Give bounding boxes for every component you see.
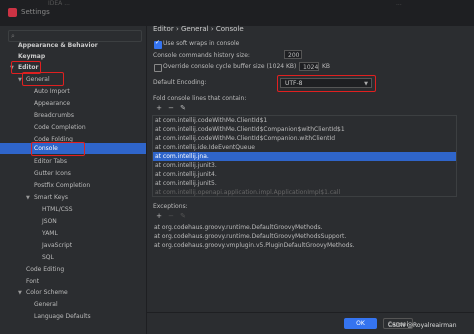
tree-item-color-general[interactable]: General	[34, 300, 58, 310]
list-item[interactable]: at com.intellij.junit3.	[153, 161, 456, 170]
breadcrumb: Editor › General › Console	[153, 25, 244, 33]
tree-item-auto-import[interactable]: Auto Import	[34, 87, 70, 97]
tree-item-code-completion[interactable]: Code Completion	[34, 123, 86, 133]
cycle-buffer-unit: KB	[322, 63, 331, 70]
background-window-text-right: ...	[396, 0, 402, 7]
list-item[interactable]: at com.intellij.codeWithMe.ClientId$Comp…	[153, 134, 456, 143]
exceptions-toolbar: + − ✎	[153, 212, 189, 220]
tree-item-language-defaults[interactable]: Language Defaults	[34, 312, 91, 322]
settings-tree-panel: ⌕ Appearance & Behavior Keymap ▼ Editor ▼…	[0, 26, 147, 334]
fold-lines-list[interactable]: at com.intellij.codeWithMe.ClientId$1 at…	[152, 115, 457, 197]
tree-item-smart-keys[interactable]: ▼ Smart Keys	[26, 193, 68, 203]
tree-item-editor-tabs[interactable]: Editor Tabs	[34, 157, 67, 167]
highlight-encoding	[277, 75, 376, 92]
edit-icon[interactable]: ✎	[177, 104, 189, 112]
list-item[interactable]: at com.intellij.codeWithMe.ClientId$Comp…	[153, 125, 456, 134]
add-icon[interactable]: +	[153, 212, 165, 220]
cycle-buffer-field[interactable]: 1024	[299, 62, 319, 71]
encoding-label: Default Encoding:	[153, 79, 207, 86]
list-item[interactable]: at com.intellij.codeWithMe.ClientId$1	[153, 116, 456, 125]
title-bar: Settings IDEA ... ...	[0, 0, 474, 26]
tree-item-font[interactable]: Font	[26, 277, 39, 287]
window-title: Settings	[21, 8, 50, 16]
tree-item-yaml[interactable]: YAML	[42, 229, 58, 239]
soft-wraps-label: Use soft wraps in console	[163, 40, 240, 47]
search-icon: ⌕	[11, 32, 15, 40]
divider	[147, 312, 474, 313]
app-icon	[8, 8, 17, 17]
tree-item-color-scheme[interactable]: ▼ Color Scheme	[18, 288, 68, 298]
list-item[interactable]: at org.codehaus.groovy.runtime.DefaultGr…	[152, 232, 455, 241]
history-size-field[interactable]: 200	[284, 50, 302, 59]
tree-item-appearance-behavior[interactable]: Appearance & Behavior	[18, 41, 98, 51]
tree-item-breadcrumbs[interactable]: Breadcrumbs	[34, 111, 74, 121]
tree-item-appearance[interactable]: Appearance	[34, 99, 70, 109]
tree-item-json[interactable]: JSON	[42, 217, 57, 227]
exceptions-label: Exceptions:	[153, 203, 188, 210]
list-item[interactable]: at org.codehaus.groovy.vmplugin.v5.Plugi…	[152, 241, 455, 250]
list-item[interactable]: at com.intellij.openapi.application.impl…	[153, 188, 456, 197]
cycle-buffer-checkbox[interactable]	[154, 64, 162, 72]
tree-item-sql[interactable]: SQL	[42, 253, 54, 263]
fold-toolbar: + − ✎	[153, 104, 189, 112]
remove-icon[interactable]: −	[165, 212, 177, 220]
tree-item-gutter-icons[interactable]: Gutter Icons	[34, 169, 71, 179]
background-window-text: IDEA ...	[48, 0, 70, 7]
history-size-label: Console commands history size:	[153, 52, 250, 59]
list-item[interactable]: at com.intellij.ide.IdeEventQueue	[153, 143, 456, 152]
cycle-buffer-label: Override console cycle buffer size (1024…	[163, 63, 297, 70]
remove-icon[interactable]: −	[165, 104, 177, 112]
edit-icon[interactable]: ✎	[177, 212, 189, 220]
soft-wraps-checkbox[interactable]	[154, 39, 162, 49]
fold-section-label: Fold console lines that contain:	[153, 95, 247, 102]
chevron-down-icon[interactable]: ▼	[26, 193, 34, 203]
highlight-console	[31, 142, 85, 156]
tree-item-postfix-completion[interactable]: Postfix Completion	[34, 181, 90, 191]
highlight-general	[22, 72, 64, 86]
ok-button[interactable]: OK	[344, 318, 377, 329]
tree-item-html-css[interactable]: HTML/CSS	[42, 205, 73, 215]
list-item[interactable]: at com.intellij.junit4.	[153, 170, 456, 179]
list-item[interactable]: at com.intellij.junit5.	[153, 179, 456, 188]
exception-lines-list[interactable]: at org.codehaus.groovy.runtime.DefaultGr…	[152, 223, 455, 283]
tree-item-code-editing[interactable]: Code Editing	[26, 265, 64, 275]
list-item[interactable]: at com.intellij.jna.	[153, 152, 456, 161]
chevron-down-icon[interactable]: ▼	[18, 288, 26, 298]
settings-content-panel: Editor › General › Console Use soft wrap…	[147, 25, 474, 334]
watermark: CSDN @Royalreairman	[388, 322, 457, 329]
add-icon[interactable]: +	[153, 104, 165, 112]
list-item[interactable]: at org.codehaus.groovy.runtime.DefaultGr…	[152, 223, 455, 232]
tree-item-javascript[interactable]: JavaScript	[42, 241, 72, 251]
